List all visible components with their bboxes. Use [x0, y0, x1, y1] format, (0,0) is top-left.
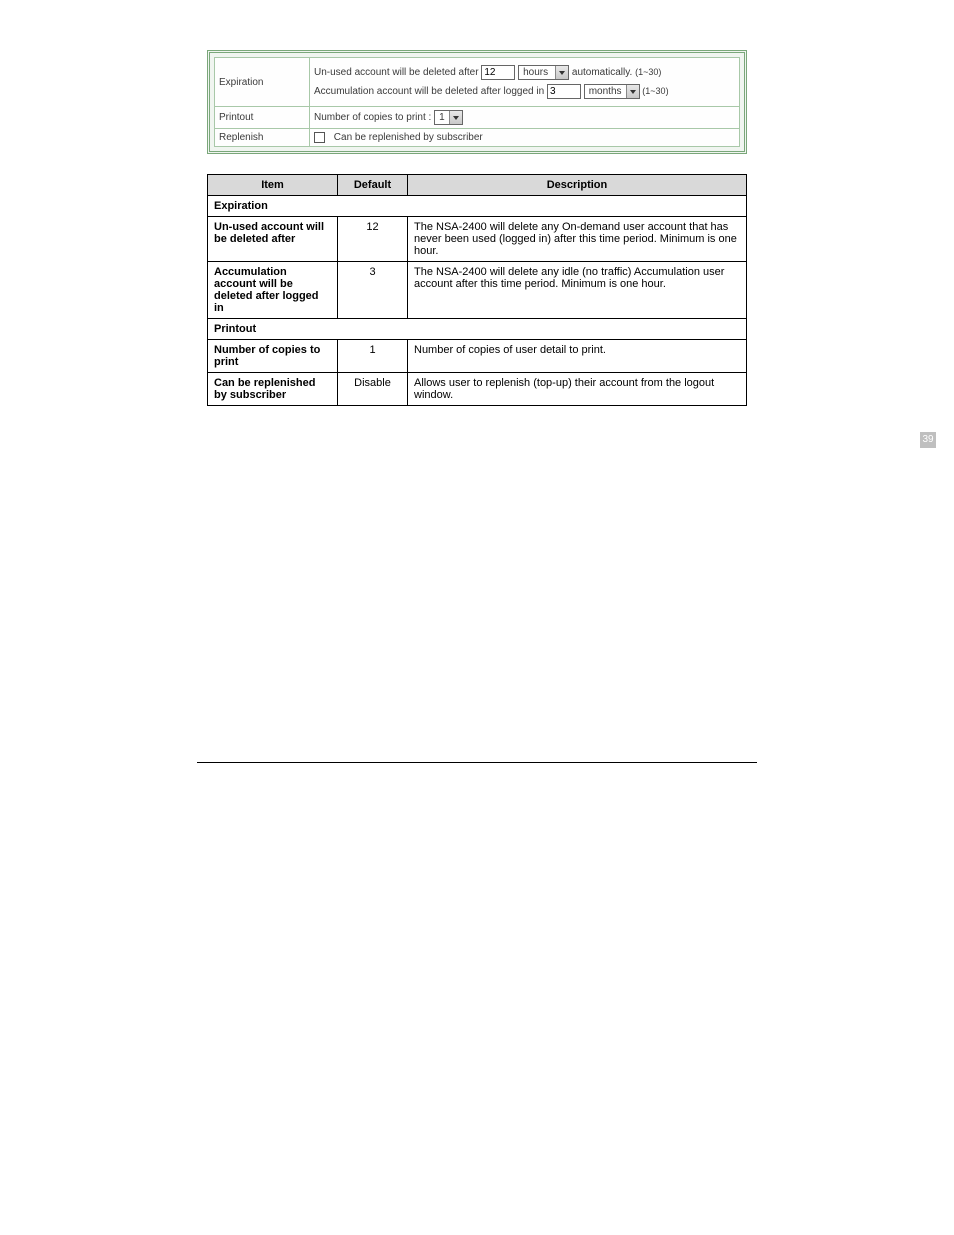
config-screenshot: Expiration Un-used account will be delet… [207, 50, 747, 154]
table-row: Can be replenished by subscriber Disable… [208, 373, 747, 406]
printout-label: Number of copies to print : [314, 112, 431, 123]
exp-line2-pre: Accumulation account will be deleted aft… [314, 86, 544, 97]
footer-rule [197, 762, 757, 763]
accum-delete-input[interactable] [547, 84, 581, 99]
chevron-down-icon [626, 85, 639, 98]
accum-delete-unit-select[interactable]: months [584, 84, 640, 99]
replenish-text: Can be replenished by subscriber [334, 132, 483, 143]
page-number: 39 [920, 432, 936, 448]
description-table: Item Default Description Expiration Un-u… [207, 174, 747, 406]
row-replenish-content: Can be replenished by subscriber [310, 129, 740, 147]
col-item: Item [208, 175, 338, 196]
table-row: Number of copies to print 1 Number of co… [208, 340, 747, 373]
row-printout-label: Printout [215, 107, 310, 129]
chevron-down-icon [555, 66, 568, 79]
exp-line1-hint: (1~30) [635, 67, 661, 77]
exp-line1-post: automatically. [572, 67, 632, 78]
replenish-checkbox[interactable] [314, 132, 325, 143]
printout-copies-select[interactable]: 1 [434, 110, 463, 125]
table-row: Un-used account will be deleted after 12… [208, 217, 747, 262]
row-expiration-content: Un-used account will be deleted after ho… [310, 58, 740, 107]
exp-line1-pre: Un-used account will be deleted after [314, 67, 479, 78]
section-printout: Printout [208, 319, 747, 340]
chevron-down-icon [449, 111, 462, 124]
col-description: Description [408, 175, 747, 196]
row-expiration-label: Expiration [215, 58, 310, 107]
exp-line2-hint: (1~30) [642, 86, 668, 96]
table-row: Accumulation account will be deleted aft… [208, 262, 747, 319]
row-printout-content: Number of copies to print : 1 [310, 107, 740, 129]
unused-delete-unit-select[interactable]: hours [518, 65, 569, 80]
col-default: Default [338, 175, 408, 196]
unused-delete-input[interactable] [481, 65, 515, 80]
row-replenish-label: Replenish [215, 129, 310, 147]
section-expiration: Expiration [208, 196, 747, 217]
